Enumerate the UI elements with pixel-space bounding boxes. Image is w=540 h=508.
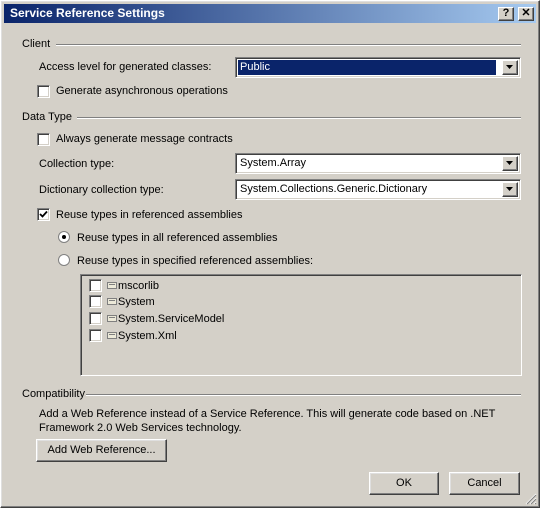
- ok-button[interactable]: OK: [369, 472, 439, 495]
- assembly-name: System.ServiceModel: [118, 313, 225, 325]
- close-icon: ✕: [521, 7, 531, 19]
- checkmark-icon: [39, 210, 48, 218]
- assembly-icon: [107, 298, 117, 305]
- service-reference-settings-dialog: Service Reference Settings ? ✕ Client Ac…: [0, 0, 540, 508]
- compatibility-description-line1: Add a Web Reference instead of a Service…: [39, 408, 496, 420]
- compatibility-group-label: Compatibility: [22, 388, 85, 400]
- triangle-down-icon: [506, 65, 513, 69]
- assembly-checkbox[interactable]: [89, 279, 102, 292]
- data-type-group-label: Data Type: [22, 111, 72, 123]
- assembly-icon: [107, 282, 117, 289]
- access-level-label: Access level for generated classes:: [39, 61, 212, 73]
- collection-type-value: System.Array: [240, 157, 307, 169]
- reuse-all-radio[interactable]: [58, 231, 70, 243]
- resize-grip-icon[interactable]: [525, 493, 537, 505]
- access-level-dropdown-button[interactable]: [502, 60, 518, 75]
- access-level-value: Public: [238, 60, 496, 75]
- title-bar[interactable]: Service Reference Settings ? ✕: [4, 4, 536, 23]
- assembly-name: mscorlib: [118, 280, 159, 292]
- assemblies-listbox[interactable]: mscorlib System System.ServiceModel Syst…: [80, 274, 522, 376]
- async-checkbox[interactable]: [37, 85, 50, 98]
- assembly-icon: [107, 315, 117, 322]
- collection-type-label: Collection type:: [39, 158, 115, 170]
- message-contracts-checkbox[interactable]: [37, 133, 50, 146]
- assembly-checkbox[interactable]: [89, 295, 102, 308]
- cancel-button[interactable]: Cancel: [449, 472, 520, 495]
- help-button[interactable]: ?: [498, 7, 514, 21]
- compatibility-group-divider: [86, 394, 521, 396]
- message-contracts-label: Always generate message contracts: [56, 133, 233, 145]
- assembly-checkbox[interactable]: [89, 329, 102, 342]
- close-button[interactable]: ✕: [518, 7, 534, 21]
- assembly-name: System.Xml: [118, 330, 177, 342]
- compatibility-description-line2: Framework 2.0 Web Services technology.: [39, 422, 242, 434]
- reuse-specified-radio[interactable]: [58, 254, 70, 266]
- dictionary-type-dropdown[interactable]: System.Collections.Generic.Dictionary: [235, 179, 521, 200]
- assembly-name: System: [118, 296, 155, 308]
- collection-type-dropdown-button[interactable]: [502, 156, 518, 171]
- client-group-label: Client: [22, 38, 51, 50]
- add-web-reference-button[interactable]: Add Web Reference...: [36, 439, 167, 462]
- assembly-icon: [107, 332, 117, 339]
- reuse-types-label: Reuse types in referenced assemblies: [56, 209, 243, 221]
- question-mark-icon: ?: [502, 7, 510, 19]
- dictionary-type-label: Dictionary collection type:: [39, 184, 164, 196]
- window-title: Service Reference Settings: [10, 6, 165, 20]
- reuse-all-label: Reuse types in all referenced assemblies: [77, 232, 278, 244]
- reuse-types-checkbox[interactable]: [37, 208, 50, 221]
- triangle-down-icon: [506, 187, 513, 191]
- dictionary-type-value: System.Collections.Generic.Dictionary: [240, 183, 428, 195]
- triangle-down-icon: [506, 161, 513, 165]
- collection-type-dropdown[interactable]: System.Array: [235, 153, 521, 174]
- dictionary-type-dropdown-button[interactable]: [502, 182, 518, 197]
- access-level-dropdown[interactable]: Public: [235, 57, 521, 78]
- async-label: Generate asynchronous operations: [56, 85, 228, 97]
- data-type-group-divider: [77, 117, 521, 119]
- assembly-checkbox[interactable]: [89, 312, 102, 325]
- reuse-specified-label: Reuse types in specified referenced asse…: [77, 255, 314, 267]
- client-group-divider: [56, 44, 521, 46]
